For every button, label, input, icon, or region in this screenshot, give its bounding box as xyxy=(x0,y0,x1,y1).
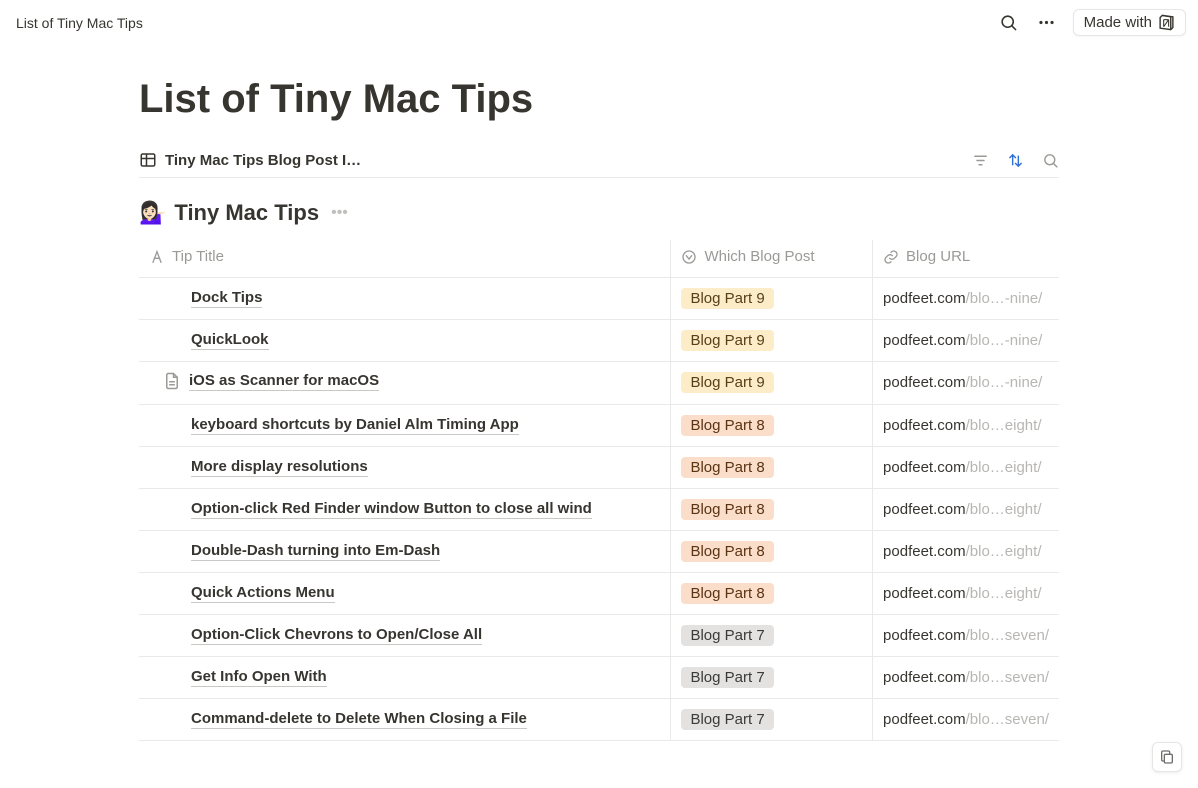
blog-url[interactable]: podfeet.com/blo…-nine/ xyxy=(873,319,1059,361)
col-header-post[interactable]: Which Blog Post xyxy=(671,240,873,277)
table-row[interactable]: Dock Tips Blog Part 9 podfeet.com/blo…-nin… xyxy=(139,277,1059,319)
notion-logo-icon xyxy=(1158,14,1175,31)
col-header-title[interactable]: Tip Title xyxy=(139,240,671,277)
blog-post-tag[interactable]: Blog Part 8 xyxy=(681,541,773,562)
tip-title[interactable]: iOS as Scanner for macOS xyxy=(189,372,379,391)
table-row[interactable]: Option-Click Chevrons to Open/Close All B… xyxy=(139,615,1059,657)
sort-icon[interactable] xyxy=(1007,152,1024,169)
blog-post-tag[interactable]: Blog Part 7 xyxy=(681,625,773,646)
col-header-url[interactable]: Blog URL xyxy=(873,240,1059,277)
table-row[interactable]: Get Info Open With Blog Part 7 podfeet.com… xyxy=(139,657,1059,699)
blog-post-tag[interactable]: Blog Part 9 xyxy=(681,372,773,393)
col-header-url-label: Blog URL xyxy=(906,248,970,265)
blog-post-tag[interactable]: Blog Part 8 xyxy=(681,499,773,520)
tip-title[interactable]: Get Info Open With xyxy=(191,668,327,687)
search-in-view-icon[interactable] xyxy=(1042,152,1059,169)
tip-title[interactable]: Command-delete to Delete When Closing a … xyxy=(191,710,527,729)
blog-post-tag[interactable]: Blog Part 8 xyxy=(681,583,773,604)
database-emoji-icon: 💁🏻‍♀️ xyxy=(139,200,166,226)
blog-post-tag[interactable]: Blog Part 9 xyxy=(681,288,773,309)
select-property-icon xyxy=(681,249,697,265)
table-row[interactable]: iOS as Scanner for macOS Blog Part 9 podfe… xyxy=(139,361,1059,405)
tip-title[interactable]: More display resolutions xyxy=(191,458,368,477)
col-header-title-label: Tip Title xyxy=(172,248,224,265)
topbar-actions: Made with xyxy=(997,9,1186,36)
page-doc-icon xyxy=(163,372,181,390)
search-icon[interactable] xyxy=(997,11,1021,35)
view-tab-label: Tiny Mac Tips Blog Post I… xyxy=(165,152,361,169)
blog-post-tag[interactable]: Blog Part 7 xyxy=(681,709,773,730)
blog-url[interactable]: podfeet.com/blo…eight/ xyxy=(873,573,1059,615)
view-tab-table[interactable]: Tiny Mac Tips Blog Post I… xyxy=(139,151,361,169)
topbar: List of Tiny Mac Tips Made with xyxy=(0,0,1198,45)
table-row[interactable]: More display resolutions Blog Part 8 podfe… xyxy=(139,447,1059,489)
col-header-post-label: Which Blog Post xyxy=(704,248,814,265)
table-header-row: Tip Title Which Blog Post xyxy=(139,240,1059,277)
page-content: List of Tiny Mac Tips Tiny Mac Tips Blog… xyxy=(119,75,1079,741)
blog-url[interactable]: podfeet.com/blo…seven/ xyxy=(873,699,1059,741)
blog-post-tag[interactable]: Blog Part 8 xyxy=(681,415,773,436)
blog-url[interactable]: podfeet.com/blo…seven/ xyxy=(873,657,1059,699)
blog-url[interactable]: podfeet.com/blo…eight/ xyxy=(873,405,1059,447)
tip-title[interactable]: Dock Tips xyxy=(191,289,262,308)
database-title[interactable]: 💁🏻‍♀️ Tiny Mac Tips ••• xyxy=(139,200,1059,226)
view-tabs-row: Tiny Mac Tips Blog Post I… xyxy=(139,151,1059,178)
tip-title[interactable]: keyboard shortcuts by Daniel Alm Timing … xyxy=(191,416,519,435)
made-with-button[interactable]: Made with xyxy=(1073,9,1186,36)
database-more-icon[interactable]: ••• xyxy=(331,204,348,222)
table-row[interactable]: keyboard shortcuts by Daniel Alm Timing … xyxy=(139,405,1059,447)
made-with-label: Made with xyxy=(1084,14,1152,31)
blog-post-tag[interactable]: Blog Part 9 xyxy=(681,330,773,351)
blog-url[interactable]: podfeet.com/blo…-nine/ xyxy=(873,361,1059,405)
view-actions xyxy=(972,152,1059,169)
tip-title[interactable]: Option-click Red Finder window Button to… xyxy=(191,500,592,519)
copy-page-button[interactable] xyxy=(1152,742,1182,772)
tip-title[interactable]: Option-Click Chevrons to Open/Close All xyxy=(191,626,482,645)
blog-url[interactable]: podfeet.com/blo…-nine/ xyxy=(873,277,1059,319)
table-row[interactable]: Option-click Red Finder window Button to… xyxy=(139,489,1059,531)
tip-title[interactable]: QuickLook xyxy=(191,331,269,350)
link-property-icon xyxy=(883,249,899,265)
blog-url[interactable]: podfeet.com/blo…seven/ xyxy=(873,615,1059,657)
blog-url[interactable]: podfeet.com/blo…eight/ xyxy=(873,489,1059,531)
filter-icon[interactable] xyxy=(972,152,989,169)
tip-title[interactable]: Quick Actions Menu xyxy=(191,584,335,603)
text-property-icon xyxy=(149,249,165,265)
breadcrumb[interactable]: List of Tiny Mac Tips xyxy=(12,15,143,31)
more-horiz-icon[interactable] xyxy=(1035,11,1059,35)
blog-post-tag[interactable]: Blog Part 7 xyxy=(681,667,773,688)
blog-post-tag[interactable]: Blog Part 8 xyxy=(681,457,773,478)
blog-url[interactable]: podfeet.com/blo…eight/ xyxy=(873,531,1059,573)
tips-table: Tip Title Which Blog Post xyxy=(139,240,1059,741)
table-row[interactable]: Double-Dash turning into Em-Dash Blog Par… xyxy=(139,531,1059,573)
table-row[interactable]: Quick Actions Menu Blog Part 8 podfeet.com… xyxy=(139,573,1059,615)
database-title-text: Tiny Mac Tips xyxy=(174,200,319,226)
page-title: List of Tiny Mac Tips xyxy=(139,75,1059,123)
tip-title[interactable]: Double-Dash turning into Em-Dash xyxy=(191,542,440,561)
table-icon xyxy=(139,151,157,169)
table-row[interactable]: QuickLook Blog Part 9 podfeet.com/blo…-nin… xyxy=(139,319,1059,361)
blog-url[interactable]: podfeet.com/blo…eight/ xyxy=(873,447,1059,489)
table-row[interactable]: Command-delete to Delete When Closing a … xyxy=(139,699,1059,741)
